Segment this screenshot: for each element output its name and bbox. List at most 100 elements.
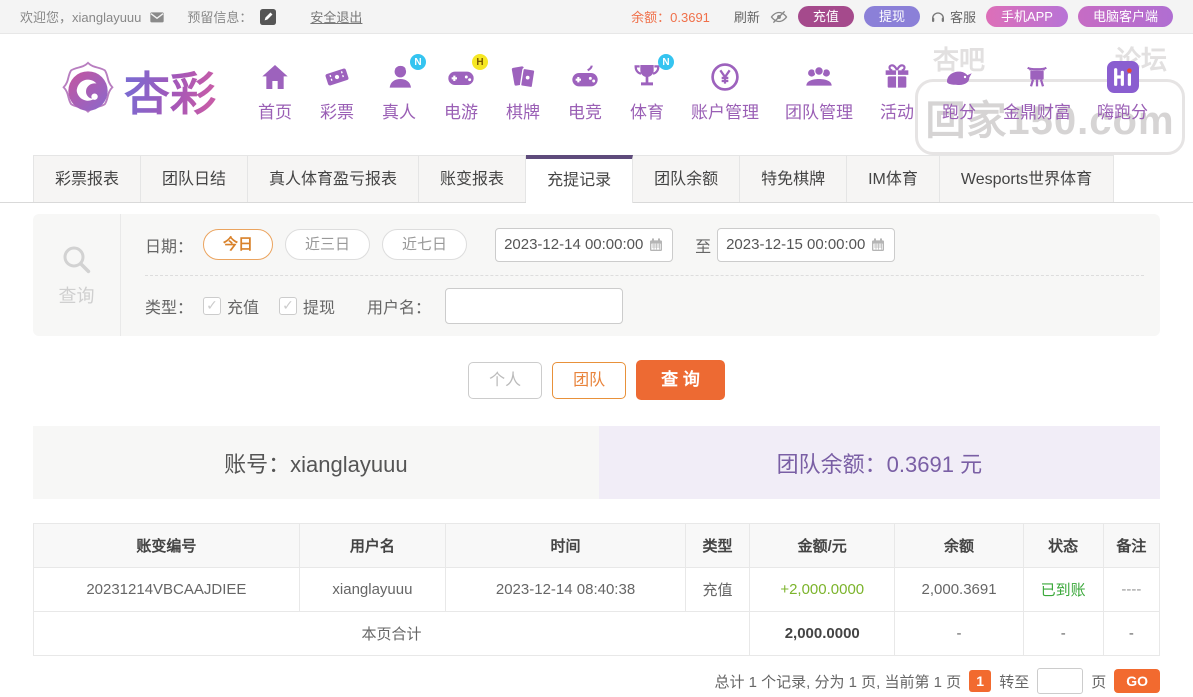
tab-team-daily[interactable]: 团队日结 [141,155,249,202]
nav-item-label: 团队管理 [785,103,853,122]
table-cell: +2,000.0000 [749,567,896,613]
recharge-button[interactable]: 充值 [797,6,854,27]
pagination: 总计 1 个记录, 分为 1 页, 当前第 1 页 1 转至 页 GO [33,668,1160,695]
nav-item-jinding[interactable]: 金鼎财富 [990,59,1084,123]
person-icon: N [381,54,426,95]
tab-live-sports-pl-report[interactable]: 真人体育盈亏报表 [248,155,420,202]
col-header: 时间 [445,523,686,569]
gamepad-icon: H [443,54,488,95]
tab-wesports[interactable]: Wesports世界体育 [939,155,1115,202]
nav-item-promo[interactable]: 活动 [866,59,928,123]
nav-item-label: 跑分 [942,103,976,122]
nav-item-sports[interactable]: N 体育 [616,54,678,123]
table-cell: 已到账 [1022,567,1104,613]
eye-slash-icon[interactable] [770,8,788,26]
records-table: 账变编号 用户名 时间 类型 金额/元 余额 状态 备注 20231214VBCAAJDIEE… [32,523,1161,657]
nav-item-label: 账户管理 [691,103,759,122]
nav-item-label: 嗨跑分 [1097,103,1148,122]
table-cell: 2023-12-14 08:40:38 [445,567,686,613]
nav-item-team-mgmt[interactable]: 团队管理 [772,59,866,123]
tab-tefree-chess[interactable]: 特免棋牌 [740,155,848,202]
envelope-icon[interactable] [149,9,165,25]
search-side-label: 查询 [58,286,95,306]
balance-text: 余额：0.3691 [631,10,710,25]
date-to-value: 2023-12-15 00:00:00 [726,236,866,253]
current-page-button[interactable]: 1 [969,670,992,693]
customer-service-label: 客服 [949,10,976,25]
mobile-app-button[interactable]: 手机APP [985,6,1068,27]
date-from-value: 2023-12-14 00:00:00 [504,236,644,253]
table-cell: 20231214VBCAAJDIEE [33,567,300,613]
preset-today-button[interactable]: 今日 [203,229,274,260]
nav-item-egames[interactable]: H 电游 [430,54,492,123]
records-table-foot: 本页合计 2,000.0000- - - [32,611,1161,657]
brand-emblem-icon [62,61,114,113]
go-button[interactable]: GO [1114,669,1160,694]
nav-item-lottery[interactable]: 彩票 [306,59,368,123]
new-badge: N [658,54,674,70]
type-label: 类型： [145,299,194,317]
page-unit-label: 页 [1091,673,1107,691]
team-button[interactable]: 团队 [552,361,627,399]
summary-cell: - [894,611,1024,657]
summary-cell: 2,000.0000 [749,611,896,657]
nav-item-account-mgmt[interactable]: 账户管理 [678,59,772,123]
nav-item-esports[interactable]: 电竞 [554,59,616,123]
preset-7days-button[interactable]: 近七日 [382,229,468,260]
nav-item-label: 棋牌 [506,103,540,122]
tab-account-change-report[interactable]: 账变报表 [419,155,527,202]
table-header-row: 账变编号 用户名 时间 类型 金额/元 余额 状态 备注 [33,523,1161,569]
query-button[interactable]: 查 询 [636,360,725,401]
col-header: 账变编号 [33,523,300,569]
refresh-link[interactable]: 刷新 [734,7,760,26]
brand-logo[interactable]: 杏彩 [58,58,216,124]
nav-item-label: 电竞 [568,103,602,122]
page: 欢迎您，xianglayuuu 预留信息： 安全退出 余额：0.3691 刷新 … [0,0,1193,697]
nav-item-label: 电游 [444,103,478,122]
report-tabs: 彩票报表 团队日结 真人体育盈亏报表 账变报表 充提记录 团队余额 特免棋牌 IM体育 Wesp… [0,152,1193,203]
withdraw-button[interactable]: 提现 [863,6,920,27]
new-badge: H [472,54,488,70]
esports-icon [567,59,603,95]
pc-client-button[interactable]: 电脑客户端 [1077,6,1173,27]
col-header: 金额/元 [749,523,896,569]
to-label: 至 [695,238,712,256]
edit-icon[interactable] [260,8,277,25]
new-badge: N [410,54,426,70]
nav-item-hipaofen[interactable]: 嗨跑分 [1084,59,1161,123]
username-input[interactable] [445,287,624,324]
date-from-input[interactable]: 2023-12-14 00:00:00 [495,227,674,262]
username-label: 用户名： [367,299,432,317]
brand-name: 杏彩 [124,58,216,124]
tab-team-balance[interactable]: 团队余额 [633,155,741,202]
team-balance: 团队余额：0.3691 元 [598,426,1160,500]
nav-item-label: 体育 [630,103,664,122]
nav-item-label: 首页 [258,103,292,122]
calendar-icon [650,237,663,251]
summary-cell: - [1102,611,1161,657]
nav-item-label: 真人 [382,103,416,122]
customer-service-link[interactable]: 客服 [930,7,976,26]
tab-lottery-report[interactable]: 彩票报表 [33,155,142,202]
col-header: 备注 [1102,523,1161,569]
trophy-icon: N [629,54,674,95]
recharge-checkbox[interactable]: ✓ [203,296,222,315]
account-bar: 账号：xianglayuuu 团队余额：0.3691 元 [33,426,1160,500]
tab-im-sports[interactable]: IM体育 [847,155,940,202]
personal-button[interactable]: 个人 [468,361,543,399]
date-to-input[interactable]: 2023-12-15 00:00:00 [717,227,896,262]
nav-item-paofen[interactable]: 跑分 [928,59,990,123]
topbar: 欢迎您，xianglayuuu 预留信息： 安全退出 余额：0.3691 刷新 … [0,0,1193,34]
search-icon [63,246,90,274]
goto-page-input[interactable] [1037,668,1084,695]
summary-cell: 本页合计 [32,611,751,657]
nav-item-live[interactable]: N 真人 [368,54,430,123]
withdraw-checkbox[interactable]: ✓ [279,296,298,315]
nav-item-chess[interactable]: 棋牌 [492,59,554,123]
tab-deposit-withdraw-records[interactable]: 充提记录 [526,155,634,203]
nav-item-home[interactable]: 首页 [244,59,306,123]
preset-3days-button[interactable]: 近三日 [285,229,371,260]
goto-label: 转至 [999,673,1030,691]
logout-link[interactable]: 安全退出 [310,7,362,26]
account-number: 账号：xianglayuuu [33,426,599,500]
